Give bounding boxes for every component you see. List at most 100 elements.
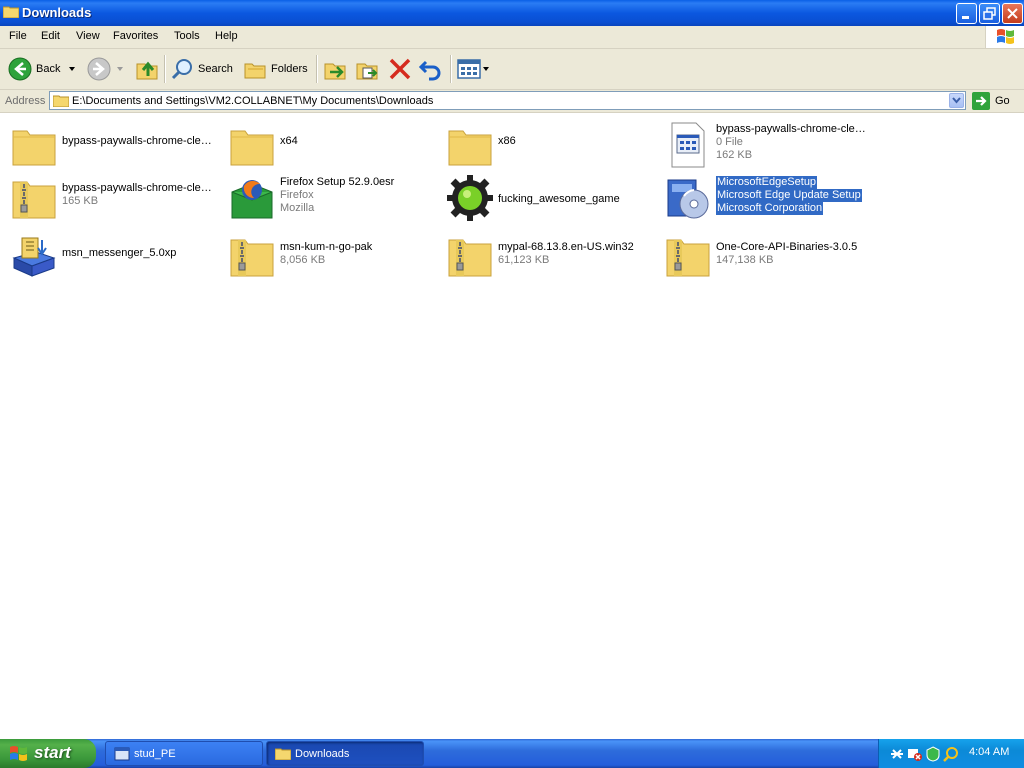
toolbar-separator	[316, 55, 318, 83]
chevron-down-icon[interactable]	[66, 64, 78, 74]
file-name: msn-kum-n-go-pak	[280, 241, 373, 253]
minimize-button[interactable]	[956, 3, 977, 24]
file-name: mypal-68.13.8.en-US.win32	[498, 241, 634, 253]
go-button[interactable]: Go	[972, 92, 1010, 110]
taskbar: start stud_PE Downloads 4:04 AM	[0, 739, 1024, 768]
file-item[interactable]: msn-kum-n-go-pak 8,056 KB	[222, 229, 432, 285]
maximize-button[interactable]	[979, 3, 1000, 24]
file-description: Microsoft Edge Update Setup	[716, 189, 862, 202]
folders-button[interactable]: Folders	[243, 55, 308, 83]
file-view[interactable]: bypass-paywalls-chrome-clea... x64 x86 b…	[0, 113, 1024, 739]
file-icon	[671, 122, 705, 168]
move-to-button[interactable]	[322, 55, 348, 83]
file-item[interactable]: x86	[440, 118, 650, 174]
file-size: 8,056 KB	[280, 254, 326, 266]
search-button[interactable]: Search	[170, 55, 233, 83]
close-button[interactable]	[1002, 3, 1023, 24]
window-title: Downloads	[22, 5, 92, 20]
copy-to-button[interactable]	[354, 55, 380, 83]
menu-edit[interactable]: Edit	[41, 30, 60, 42]
back-label: Back	[36, 63, 61, 75]
up-button[interactable]	[134, 55, 160, 83]
address-path: E:\Documents and Settings\VM2.COLLABNET\…	[72, 95, 434, 107]
app-window-icon	[114, 747, 130, 761]
views-button[interactable]	[456, 55, 490, 83]
undo-button[interactable]	[418, 55, 444, 83]
file-item[interactable]: bypass-paywalls-chrome-clea... 0 File 16…	[658, 118, 868, 174]
file-name: One-Core-API-Binaries-3.0.5	[716, 241, 858, 253]
back-button[interactable]: Back	[8, 55, 78, 83]
file-item[interactable]: MicrosoftEdgeSetup Microsoft Edge Update…	[658, 171, 868, 227]
taskbar-button-downloads[interactable]: Downloads	[266, 741, 424, 766]
taskbar-button-stud-pe[interactable]: stud_PE	[105, 741, 263, 766]
update-shield-icon[interactable]	[925, 746, 941, 762]
file-item[interactable]: mypal-68.13.8.en-US.win32 61,123 KB	[440, 229, 650, 285]
file-size: 162 KB	[716, 149, 753, 161]
file-item[interactable]: bypass-paywalls-chrome-clea...	[4, 118, 214, 174]
zip-folder-icon	[666, 239, 710, 277]
move-to-icon	[324, 63, 346, 80]
file-item[interactable]: msn_messenger_5.0xp	[4, 229, 214, 285]
search-icon	[171, 59, 192, 80]
file-item[interactable]: bypass-paywalls-chrome-clea... 165 KB	[4, 171, 214, 227]
file-size: 61,123 KB	[498, 254, 550, 266]
folder-icon	[3, 6, 19, 18]
menu-view[interactable]: View	[76, 30, 100, 42]
menu-bar: File Edit View Favorites Tools Help	[0, 26, 1024, 49]
start-label: start	[34, 743, 71, 762]
zip-folder-icon	[448, 239, 492, 277]
chevron-down-icon[interactable]	[115, 64, 125, 74]
address-label: Address	[5, 95, 46, 107]
views-icon	[457, 59, 481, 79]
address-dropdown-button[interactable]	[949, 93, 964, 108]
back-arrow-icon	[8, 57, 32, 81]
task-label: Downloads	[295, 748, 350, 760]
windows-flag-icon	[997, 29, 1014, 44]
copy-to-icon	[356, 63, 378, 80]
address-field[interactable]: E:\Documents and Settings\VM2.COLLABNET\…	[49, 91, 966, 110]
menu-tools[interactable]: Tools	[174, 30, 200, 42]
restore-icon	[983, 7, 996, 20]
file-item[interactable]: Firefox Setup 52.9.0esr Firefox Mozilla	[222, 171, 432, 227]
menu-help[interactable]: Help	[215, 30, 238, 42]
file-name: MicrosoftEdgeSetup	[716, 176, 818, 189]
minimize-icon	[962, 16, 969, 19]
search-icon[interactable]	[943, 746, 959, 762]
file-name: bypass-paywalls-chrome-clea...	[62, 135, 214, 147]
chevron-down-icon	[483, 67, 489, 71]
folder-icon	[448, 130, 492, 166]
setup-cd-icon	[667, 179, 709, 219]
delete-x-icon	[389, 58, 411, 80]
title-bar[interactable]: Downloads	[0, 0, 1024, 26]
start-button[interactable]: start	[0, 739, 96, 768]
clock: 4:04 AM	[969, 746, 1010, 758]
delete-button[interactable]	[387, 55, 413, 83]
file-description: Firefox	[280, 189, 314, 201]
menu-file[interactable]: File	[9, 30, 27, 42]
network-icon[interactable]	[889, 746, 905, 762]
file-name: bypass-paywalls-chrome-clea...	[716, 123, 868, 135]
zip-folder-icon	[230, 239, 274, 277]
msi-installer-icon	[12, 237, 56, 277]
search-label: Search	[198, 63, 233, 75]
file-type: 0 File	[716, 136, 743, 148]
file-item[interactable]: One-Core-API-Binaries-3.0.5 147,138 KB	[658, 229, 868, 285]
forward-button[interactable]	[87, 55, 125, 83]
menu-favorites[interactable]: Favorites	[113, 30, 158, 42]
forward-arrow-icon	[87, 57, 111, 81]
system-tray: 4:04 AM	[878, 739, 1024, 768]
windows-flag-icon	[10, 746, 27, 761]
file-item[interactable]: fucking_awesome_game	[440, 171, 650, 227]
file-name: Firefox Setup 52.9.0esr	[280, 176, 395, 188]
zip-folder-icon	[12, 181, 56, 219]
file-company: Microsoft Corporation	[716, 202, 824, 215]
windows-logo	[985, 26, 1024, 48]
file-name: bypass-paywalls-chrome-clea...	[62, 182, 214, 194]
file-size: 165 KB	[62, 195, 99, 207]
go-arrow-icon	[972, 92, 990, 110]
task-label: stud_PE	[134, 748, 176, 760]
file-name: msn_messenger_5.0xp	[62, 247, 177, 259]
security-alert-icon[interactable]	[907, 746, 923, 762]
folder-icon	[230, 130, 274, 166]
file-item[interactable]: x64	[222, 118, 432, 174]
